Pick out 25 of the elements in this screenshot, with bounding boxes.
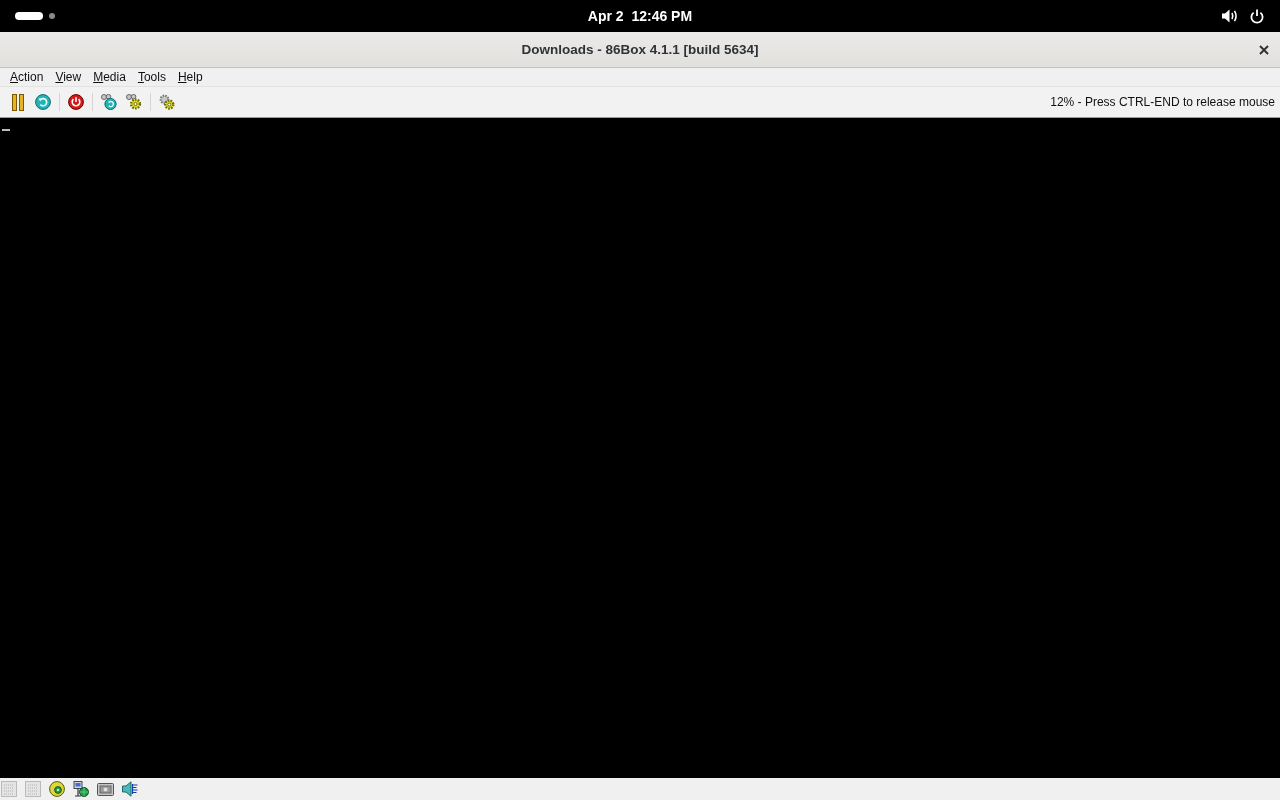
- workspace-indicator[interactable]: [49, 13, 55, 19]
- text-cursor: [2, 129, 10, 131]
- keys-gear-icon: [126, 94, 142, 110]
- menu-item[interactable]: View: [49, 68, 88, 86]
- settings-icon: [159, 94, 175, 110]
- menu-item[interactable]: Action: [4, 68, 50, 86]
- menu-item[interactable]: Help: [171, 68, 209, 86]
- power-icon[interactable]: [1250, 8, 1264, 24]
- reset-icon: [35, 94, 51, 110]
- network-icon[interactable]: [73, 781, 89, 797]
- window-title: Downloads - 86Box 4.1.1 [build 5634]: [521, 42, 759, 57]
- status-message: 12% - Press CTRL-END to release mouse: [1050, 95, 1275, 109]
- pause-icon: [12, 93, 24, 111]
- drive-icon[interactable]: [97, 782, 114, 796]
- close-button[interactable]: [1257, 43, 1271, 57]
- speaker-icon[interactable]: [122, 781, 138, 797]
- menu-item[interactable]: Media: [87, 68, 132, 86]
- volume-icon[interactable]: [1222, 9, 1238, 23]
- menu-item[interactable]: Tools: [131, 68, 172, 86]
- power-icon: [68, 94, 84, 110]
- cd-drive-icon[interactable]: [49, 781, 65, 797]
- keys-reset-icon: [101, 94, 117, 110]
- close-icon: [1259, 45, 1269, 55]
- workspace-indicator[interactable]: [15, 12, 43, 20]
- clock[interactable]: Apr 2 12:46 PM: [587, 4, 693, 28]
